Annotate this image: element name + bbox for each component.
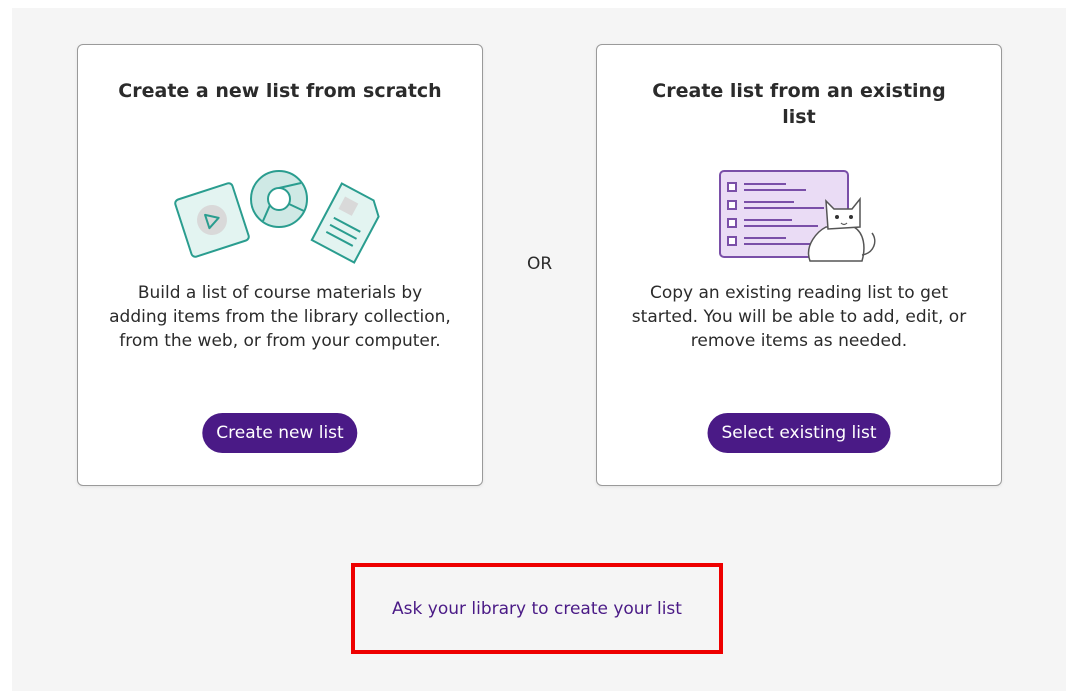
ask-library-highlight: Ask your library to create your list	[351, 563, 723, 654]
card-title: Create a new list from scratch	[118, 80, 442, 102]
select-existing-list-button[interactable]: Select existing list	[707, 413, 891, 453]
create-new-list-card: Create a new list from scratch Build a l…	[77, 44, 483, 486]
card-title: Create list from an existing list	[652, 80, 946, 128]
or-separator: OR	[527, 254, 553, 274]
card-description: Copy an existing reading list to get sta…	[631, 283, 967, 351]
create-new-list-button[interactable]: Create new list	[202, 413, 358, 453]
ask-library-link[interactable]: Ask your library to create your list	[392, 599, 682, 619]
media-web-document-icon	[78, 165, 482, 265]
create-from-existing-card: Create list from an existing list Copy a…	[596, 44, 1002, 486]
list-with-cat-icon	[597, 165, 1001, 265]
card-description: Build a list of course materials by addi…	[109, 283, 451, 351]
